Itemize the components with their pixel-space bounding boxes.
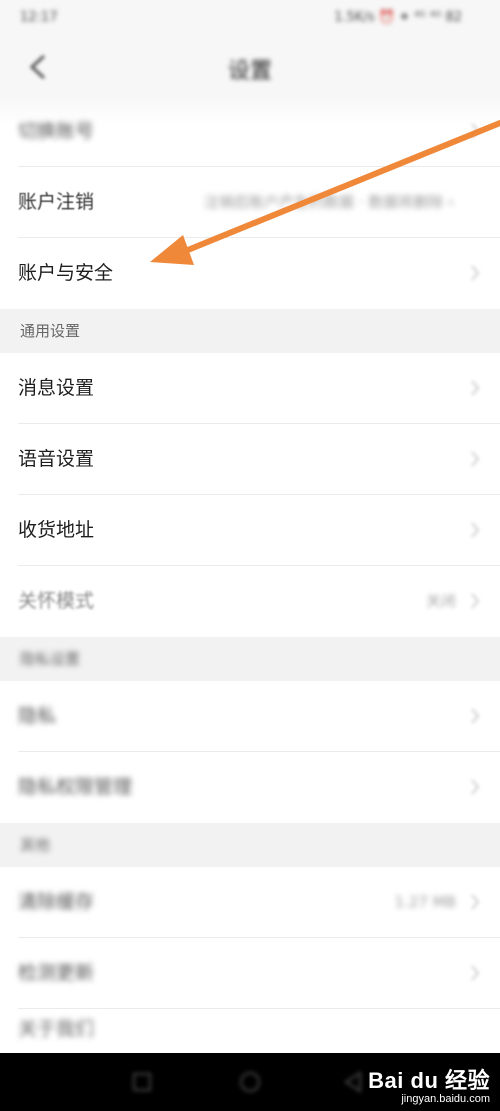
chevron-right-icon (471, 380, 480, 396)
chevron-right-icon (471, 708, 480, 724)
row-label: 收货地址 (18, 519, 95, 541)
settings-row-voice[interactable]: 语音设置 (0, 424, 500, 495)
section-label: 其他 (20, 836, 51, 854)
chevron-right-icon (471, 779, 480, 795)
status-indicators: 1.5K/s ⏰ ✦ ⁴ᴳ ⁴ᴳ 82 (334, 10, 462, 25)
watermark-logo: Bai du 经验 (368, 1068, 490, 1093)
section-label: 通用设置 (20, 322, 81, 340)
row-label: 清除缓存 (18, 891, 95, 913)
settings-row-privacy-permissions[interactable]: 隐私权限管理 (0, 752, 500, 823)
title-bar: 设置 (0, 38, 500, 96)
chevron-right-icon (471, 123, 480, 139)
row-value: 1.27 MB (394, 893, 456, 911)
settings-row-check-update[interactable]: 检测更新 (0, 938, 500, 1009)
settings-row-switch-account[interactable]: 切换账号 (0, 96, 500, 167)
chevron-right-icon (471, 265, 480, 281)
chevron-right-icon (471, 451, 480, 467)
settings-row-message[interactable]: 消息设置 (0, 353, 500, 424)
settings-row-account-cancel[interactable]: 账户注销 注销后账户产生的数据 · 数据将删除 › (0, 167, 500, 238)
settings-row-care-mode[interactable]: 关怀模式 关闭 (0, 566, 500, 637)
row-label: 隐私权限管理 (18, 776, 133, 798)
home-circle-icon[interactable] (236, 1068, 264, 1096)
row-label: 关于我们 (18, 1018, 95, 1040)
chevron-right-icon (471, 522, 480, 538)
status-time: 12:17 (20, 10, 58, 25)
row-label: 检测更新 (18, 962, 95, 984)
settings-row-address[interactable]: 收货地址 (0, 495, 500, 566)
row-label: 切换账号 (18, 120, 95, 142)
chevron-right-icon (471, 593, 480, 609)
row-value: 注销后账户产生的数据 · 数据将删除 › (203, 193, 454, 211)
row-label: 账户与安全 (18, 262, 114, 284)
section-header-other: 其他 (0, 823, 500, 867)
row-label: 隐私 (18, 705, 57, 727)
chevron-right-icon (471, 965, 480, 981)
settings-list: 切换账号 账户注销 注销后账户产生的数据 · 数据将删除 › 账户与安全 通用设… (0, 96, 500, 1064)
settings-row-privacy[interactable]: 隐私 (0, 681, 500, 752)
row-label: 语音设置 (18, 448, 95, 470)
row-value: 关闭 (425, 592, 456, 610)
settings-row-account-security[interactable]: 账户与安全 (0, 238, 500, 309)
section-label: 隐私设置 (20, 650, 81, 668)
back-triangle-icon[interactable] (340, 1068, 368, 1096)
watermark: Bai du 经验 jingyan.baidu.com (368, 1063, 490, 1105)
row-label: 账户注销 (18, 191, 95, 213)
row-label: 关怀模式 (18, 590, 95, 612)
section-header-privacy: 隐私设置 (0, 637, 500, 681)
settings-row-clear-cache[interactable]: 清除缓存 1.27 MB (0, 867, 500, 938)
page-title: 设置 (227, 59, 272, 84)
square-icon[interactable] (128, 1068, 156, 1096)
navigation-bar: Bai du 经验 jingyan.baidu.com (0, 1053, 500, 1111)
row-label: 消息设置 (18, 377, 95, 399)
chevron-right-icon (471, 894, 480, 910)
status-bar: 12:17 1.5K/s ⏰ ✦ ⁴ᴳ ⁴ᴳ 82 (0, 0, 500, 38)
section-header-general: 通用设置 (0, 309, 500, 353)
